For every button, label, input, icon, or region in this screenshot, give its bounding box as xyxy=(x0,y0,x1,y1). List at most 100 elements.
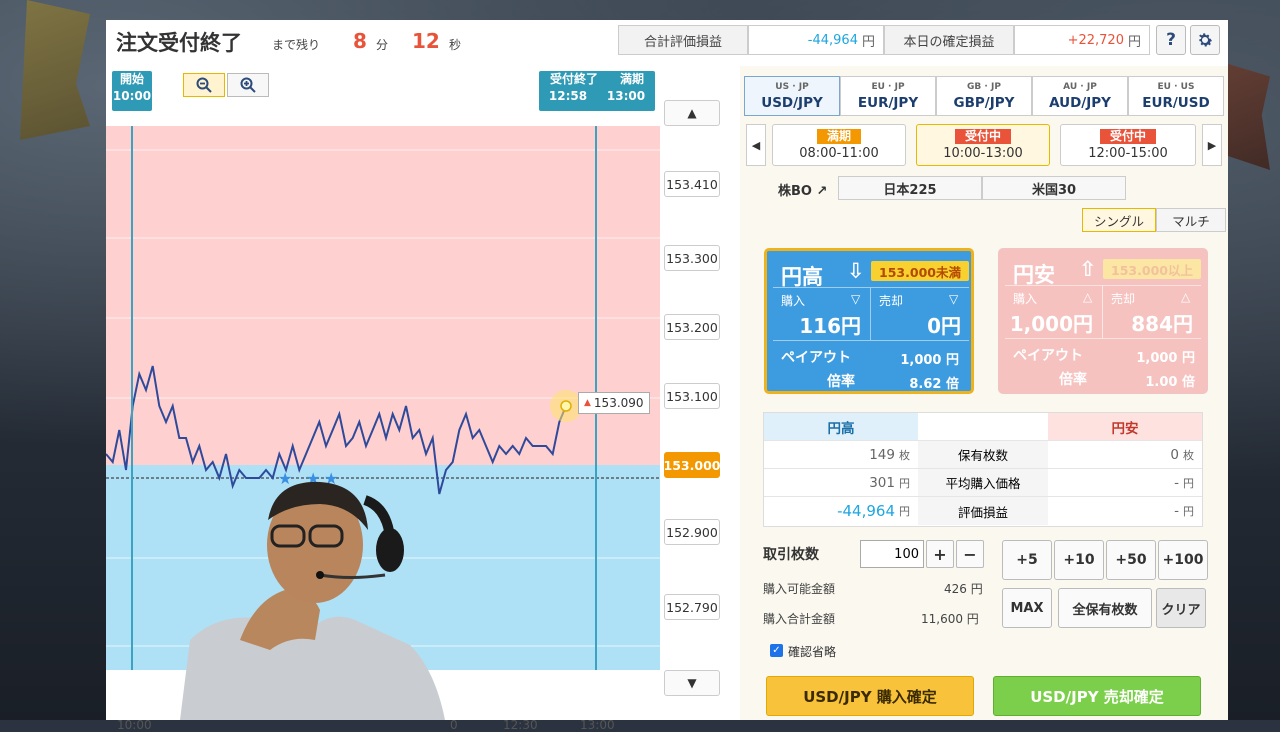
start-marker: 開始 10:00 xyxy=(112,71,152,111)
payout-label: ペイアウト xyxy=(1013,348,1083,364)
expiry-time: 13:00 xyxy=(606,89,646,103)
x-tick: 12:30 xyxy=(503,718,538,732)
yen-up-card[interactable]: 円高 ⇩ 153.000未満 購入 ▽ 116円 売却 ▽ 0円 ペイアウト 1… xyxy=(764,248,974,394)
table-cell-down: 0枚 xyxy=(1048,441,1202,469)
price-box: 購入 ▽ 116円 売却 ▽ 0円 xyxy=(773,287,969,341)
today-pl-unit: 円 xyxy=(1127,34,1141,50)
rate-value: 8.62 倍 xyxy=(909,377,959,392)
table-row-label: 保有枚数 xyxy=(918,441,1048,469)
add-50-button[interactable]: +50 xyxy=(1106,540,1156,580)
table-cell-up: 301 円 xyxy=(764,469,918,497)
countdown-seconds: 12 xyxy=(412,29,440,53)
current-price-value: 153.090 xyxy=(593,396,644,410)
sell-confirm-button[interactable]: USD/JPY 売却確定 xyxy=(993,676,1201,716)
chevron-up-icon: △ xyxy=(1181,290,1191,304)
buy-confirm-button[interactable]: USD/JPY 購入確定 xyxy=(766,676,974,716)
table-cell-up: 149 枚 xyxy=(764,441,918,469)
mode-single-button[interactable]: シングル xyxy=(1082,208,1156,232)
y-tick: 153.300 xyxy=(664,245,720,271)
session-next-button[interactable]: ▶ xyxy=(1202,124,1222,166)
pair-tab-eurusd[interactable]: EU · US EUR/USD xyxy=(1128,76,1224,116)
sell-label: 売却 xyxy=(879,294,904,308)
quantity-label: 取引枚数 xyxy=(763,547,819,563)
available-amount-value: 426 円 xyxy=(944,582,983,596)
minutes-unit: 分 xyxy=(376,38,389,52)
condition-badge: 153.000以上 xyxy=(1103,259,1201,279)
pair-tab-usdjpy[interactable]: US · JP USD/JPY xyxy=(744,76,840,116)
flags-icon: EU · JP xyxy=(871,82,905,92)
stock-dow-button[interactable]: 米国30 xyxy=(982,176,1126,200)
session-1000[interactable]: 受付中 10:00-13:00 xyxy=(916,124,1050,166)
add-100-button[interactable]: +100 xyxy=(1158,540,1208,580)
table-row-label: 平均購入価格 xyxy=(918,469,1048,497)
session-time: 08:00-11:00 xyxy=(799,146,879,161)
down-arrow-icon: ⇩ xyxy=(847,259,865,283)
accept-end-label: 受付終了 xyxy=(549,72,598,86)
today-pl-value: +22,720 円 xyxy=(1014,25,1150,55)
header-bar: 注文受付終了 まで残り 8 分 12 秒 合計評価損益 -44,964 円 本日… xyxy=(106,20,1228,66)
countdown-minutes: 8 xyxy=(353,29,367,53)
skip-confirm-checkbox[interactable]: ✓ xyxy=(770,644,783,657)
up-arrow-icon: ▲ xyxy=(687,106,697,120)
stock-bo-link[interactable]: 株BO ↗ xyxy=(778,180,827,199)
total-pl-amount: -44,964 xyxy=(807,32,858,48)
add-5-button[interactable]: +5 xyxy=(1002,540,1052,580)
clear-button[interactable]: クリア xyxy=(1156,588,1206,628)
buy-label: 購入 xyxy=(1013,292,1038,306)
quantity-minus-button[interactable]: − xyxy=(956,540,984,568)
mode-multi-button[interactable]: マルチ xyxy=(1156,208,1226,232)
total-amount-value: 11,600 円 xyxy=(921,612,979,626)
pair-tab-gbpjpy[interactable]: GB · JP GBP/JPY xyxy=(936,76,1032,116)
stock-nikkei-button[interactable]: 日本225 xyxy=(838,176,982,200)
zoom-out-icon xyxy=(196,77,212,93)
pair-name: USD/JPY xyxy=(761,95,823,111)
payout-label: ペイアウト xyxy=(781,350,851,366)
help-icon[interactable]: ? xyxy=(1156,25,1186,55)
buy-price: 1,000円 xyxy=(1009,312,1093,336)
session-1200[interactable]: 受付中 12:00-15:00 xyxy=(1060,124,1196,166)
zoom-out-button[interactable] xyxy=(183,73,225,97)
pair-tab-audjpy[interactable]: AU · JP AUD/JPY xyxy=(1032,76,1128,116)
col-header-up: 円高 xyxy=(764,413,918,441)
start-label: 開始 xyxy=(119,72,144,86)
rate-label: 倍率 xyxy=(827,374,855,390)
all-holdings-button[interactable]: 全保有枚数 xyxy=(1058,588,1152,628)
add-10-button[interactable]: +10 xyxy=(1054,540,1104,580)
strike-price-tick: 153.000 xyxy=(664,452,720,478)
flags-icon: US · JP xyxy=(775,82,809,92)
positions-table: 円高 円安 149 枚 保有枚数 0枚 301 円 平均購入価格 -円 -44,96… xyxy=(763,412,1203,527)
rate-value: 1.00 倍 xyxy=(1145,375,1195,390)
expiry-marker: 受付終了 満期 12:58 13:00 xyxy=(539,71,655,111)
pair-name: EUR/USD xyxy=(1142,95,1210,111)
rate-label: 倍率 xyxy=(1059,372,1087,388)
gear-icon[interactable] xyxy=(1190,25,1220,55)
expiry-label: 満期 xyxy=(619,72,644,86)
scroll-up-button[interactable]: ▲ xyxy=(664,100,720,126)
yen-down-card[interactable]: 円安 ⇧ 153.000以上 購入 △ 1,000円 売却 △ 884円 ペイア… xyxy=(998,248,1208,394)
session-status: 受付中 xyxy=(954,129,1011,144)
accept-end-time: 12:58 xyxy=(548,89,588,103)
pair-tab-eurjpy[interactable]: EU · JP EUR/JPY xyxy=(840,76,936,116)
total-pl-unit: 円 xyxy=(861,34,875,50)
total-pl-value: -44,964 円 xyxy=(748,25,884,55)
session-time: 10:00-13:00 xyxy=(943,146,1023,161)
flags-icon: AU · JP xyxy=(1063,82,1097,92)
quantity-plus-button[interactable]: + xyxy=(926,540,954,568)
condition-badge: 153.000未満 xyxy=(871,261,969,281)
payout-value: 1,000 円 xyxy=(1136,351,1195,366)
session-status: 受付中 xyxy=(1099,129,1156,144)
max-button[interactable]: MAX xyxy=(1002,588,1052,628)
scroll-down-button[interactable]: ▼ xyxy=(664,670,720,696)
sell-label: 売却 xyxy=(1111,292,1136,306)
sell-price: 0円 xyxy=(927,314,961,338)
chevron-down-icon: ▽ xyxy=(851,292,861,306)
session-0800[interactable]: 満期 08:00-11:00 xyxy=(772,124,906,166)
session-prev-button[interactable]: ◀ xyxy=(746,124,766,166)
chevron-right-icon: ▶ xyxy=(1207,138,1217,152)
available-amount-label: 購入可能金額 xyxy=(763,582,836,596)
quantity-input[interactable] xyxy=(860,540,924,568)
skip-confirm-label: 確認省略 xyxy=(788,645,837,659)
zoom-in-button[interactable] xyxy=(227,73,269,97)
table-cell-up: -44,964 円 xyxy=(837,502,910,520)
buy-price: 116円 xyxy=(799,314,861,338)
